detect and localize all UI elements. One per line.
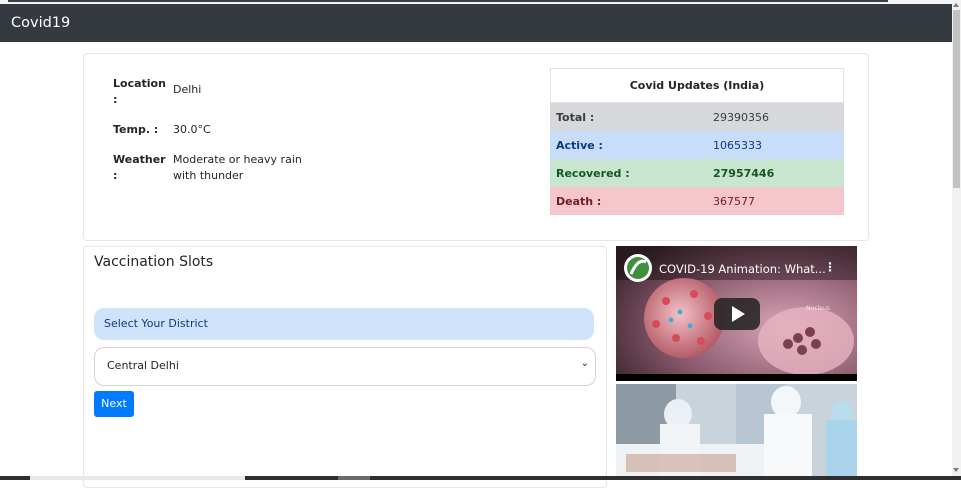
district-select[interactable]: Central Delhi ⌄ (94, 347, 596, 386)
weather-value: Moderate or heavy rain with thunder (173, 153, 302, 182)
navbar: Covid19 (0, 4, 952, 42)
active-label: Active : (556, 138, 603, 152)
kebab-menu-icon[interactable]: ⋮ (824, 260, 836, 274)
district-label: Select Your District (94, 308, 594, 340)
death-value: 367577 (713, 194, 755, 208)
recovered-value: 27957446 (713, 166, 775, 180)
taskbar (0, 476, 961, 480)
location-value: Delhi (173, 83, 202, 96)
recovered-label: Recovered : (556, 166, 630, 180)
location-label: Location : (113, 77, 166, 106)
page-scrollbar[interactable] (952, 0, 961, 476)
brand-title[interactable]: Covid19 (11, 15, 70, 31)
vaccination-card: Vaccination Slots Select Your District C… (83, 246, 607, 488)
total-value: 29390356 (713, 110, 769, 124)
weather-label: Weather : (113, 153, 166, 182)
covid-updates-title: Covid Updates (India) (550, 68, 844, 103)
updates-row-death: Death : 367577 (550, 187, 844, 215)
updates-row-total: Total : 29390356 (550, 103, 844, 131)
vaccination-title: Vaccination Slots (94, 254, 214, 270)
video-title[interactable]: COVID-19 Animation: What... (659, 262, 826, 276)
hospital-photo (616, 384, 857, 480)
weather-row-temp: Temp. : 30.0°C (113, 122, 323, 138)
temp-value: 30.0°C (173, 123, 211, 136)
video-embed[interactable]: Nucleus COVID-19 Animation: What... ⋮ (616, 246, 857, 381)
info-card: Location : Delhi Temp. : 30.0°C Weather … (83, 53, 869, 241)
weather-row-location: Location : Delhi (113, 76, 323, 108)
hospital-image (616, 384, 857, 480)
video-watermark: Nucleus (806, 305, 830, 312)
death-label: Death : (556, 194, 602, 208)
weather-info: Location : Delhi Temp. : 30.0°C Weather … (113, 76, 323, 198)
total-label: Total : (556, 110, 595, 124)
scrollbar-thumb[interactable] (953, 10, 960, 188)
updates-row-recovered: Recovered : 27957446 (550, 159, 844, 187)
scroll-down-arrow-icon[interactable] (953, 468, 959, 472)
district-selected-value: Central Delhi (107, 359, 179, 372)
active-value: 1065333 (713, 138, 762, 152)
weather-row-condition: Weather : Moderate or heavy rain with th… (113, 152, 323, 184)
next-button[interactable]: Next (94, 391, 134, 417)
chevron-down-icon: ⌄ (580, 358, 589, 369)
scroll-up-arrow-icon[interactable] (953, 3, 959, 7)
temp-label: Temp. : (113, 123, 159, 136)
covid-updates-table: Covid Updates (India) Total : 29390356 A… (550, 68, 844, 215)
updates-row-active: Active : 1065333 (550, 131, 844, 159)
